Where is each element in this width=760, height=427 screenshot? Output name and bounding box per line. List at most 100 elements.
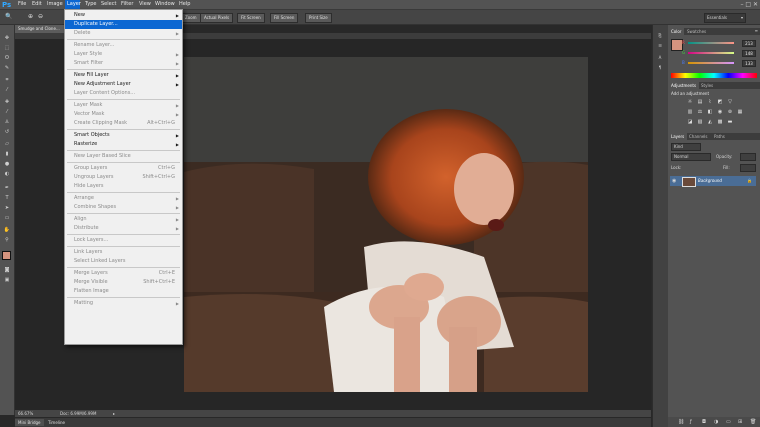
zoom-in-icon[interactable]: ⊕: [28, 13, 33, 20]
color-lookup-icon[interactable]: ▦: [736, 109, 744, 115]
paragraph-panel-icon[interactable]: ¶: [655, 65, 665, 71]
menu-view[interactable]: View: [139, 1, 151, 7]
tab-timeline[interactable]: Timeline: [45, 419, 68, 426]
lasso-tool-icon[interactable]: ʘ: [3, 55, 11, 61]
status-menu-arrow-icon[interactable]: ▸: [113, 410, 115, 417]
zoom-level[interactable]: 66.67%: [18, 410, 33, 417]
quick-mask-icon[interactable]: ◙: [3, 267, 11, 273]
posterize-icon[interactable]: ▧: [696, 119, 704, 125]
slider-r-track[interactable]: [688, 42, 734, 44]
black-white-icon[interactable]: ◧: [706, 109, 714, 115]
window-controls[interactable]: – □ ✕: [740, 1, 758, 8]
menu-type[interactable]: Type: [85, 1, 96, 7]
brush-tool-icon[interactable]: ⁄: [3, 109, 11, 115]
adjustment-layer-icon[interactable]: ◑: [714, 419, 718, 425]
actual-pixels-button[interactable]: Actual Pixels: [200, 13, 234, 23]
layer-row-background[interactable]: ◉ Background 🔒: [670, 176, 756, 187]
menu-item-link-layers[interactable]: Link Layers: [65, 248, 182, 257]
zoom-all-windows-button[interactable]: Zoom: [181, 13, 201, 23]
slider-b[interactable]: B 133: [682, 60, 756, 67]
menu-item-matting[interactable]: Matting ▶: [65, 299, 182, 308]
quick-select-tool-icon[interactable]: ✎: [3, 65, 11, 71]
fit-screen-button[interactable]: Fit Screen: [237, 13, 265, 23]
layer-name[interactable]: Background: [698, 178, 722, 183]
history-panel-icon[interactable]: ⎘: [655, 33, 665, 39]
menu-item-smart-objects[interactable]: Smart Objects ▶: [65, 131, 182, 140]
menu-item-new-fill-layer[interactable]: New Fill Layer ▶: [65, 71, 182, 80]
menu-item-layer-content-options[interactable]: Layer Content Options...: [65, 89, 182, 98]
menu-item-merge-visible[interactable]: Merge Visible Shift+Ctrl+E: [65, 278, 182, 287]
menu-select[interactable]: Select: [101, 1, 116, 7]
document-image[interactable]: [184, 57, 588, 392]
move-tool-icon[interactable]: ✥: [3, 35, 11, 41]
menu-item-rasterize[interactable]: Rasterize ▶: [65, 140, 182, 149]
menu-item-combine-shapes[interactable]: Combine Shapes ▶: [65, 203, 182, 212]
clone-stamp-tool-icon[interactable]: ♙: [3, 119, 11, 125]
menu-item-align[interactable]: Align ▶: [65, 215, 182, 224]
menu-item-layer-mask[interactable]: Layer Mask ▶: [65, 101, 182, 110]
menu-layer[interactable]: Layer: [67, 1, 81, 7]
crop-tool-icon[interactable]: ⌗: [3, 77, 11, 83]
slider-b-value[interactable]: 133: [742, 60, 756, 67]
hand-tool-icon[interactable]: ✋: [3, 227, 11, 233]
panel-menu-icon[interactable]: ≡: [755, 28, 758, 33]
hue-saturation-icon[interactable]: ▥: [686, 109, 694, 115]
slider-r[interactable]: R 213: [682, 40, 756, 47]
marquee-tool-icon[interactable]: ⬚: [3, 45, 11, 51]
tab-swatches[interactable]: Swatches: [684, 28, 709, 35]
dodge-tool-icon[interactable]: ◐: [3, 171, 11, 177]
menu-item-merge-layers[interactable]: Merge Layers Ctrl+E: [65, 269, 182, 278]
menu-item-group-layers[interactable]: Group Layers Ctrl+G: [65, 164, 182, 173]
menu-file[interactable]: File: [18, 1, 26, 7]
menu-filter[interactable]: Filter: [121, 1, 133, 7]
menu-item-delete[interactable]: Delete ▶: [65, 29, 182, 38]
tab-color[interactable]: Color: [668, 28, 685, 35]
menu-item-new-layer-based-slice[interactable]: New Layer Based Slice: [65, 152, 182, 161]
layer-filter-select[interactable]: Kind: [671, 143, 701, 151]
brightness-icon[interactable]: ☼: [686, 99, 694, 105]
slider-g-track[interactable]: [688, 52, 734, 54]
menu-item-duplicate-layer[interactable]: Duplicate Layer...: [65, 20, 182, 29]
menu-item-new[interactable]: New ▶: [65, 11, 182, 20]
history-brush-tool-icon[interactable]: ↺: [3, 129, 11, 135]
menu-item-distribute[interactable]: Distribute ▶: [65, 224, 182, 233]
trash-icon[interactable]: 🗑: [750, 419, 756, 425]
slider-r-value[interactable]: 213: [742, 40, 756, 47]
menu-item-new-adjustment-layer[interactable]: New Adjustment Layer ▶: [65, 80, 182, 89]
workspace-select[interactable]: Essentials ▾: [704, 13, 746, 23]
menu-item-rename-layer[interactable]: Rename Layer...: [65, 41, 182, 50]
tab-layers[interactable]: Layers: [668, 133, 688, 140]
eye-icon[interactable]: ◉: [672, 178, 676, 184]
mask-icon[interactable]: ◘: [702, 419, 706, 425]
exposure-icon[interactable]: ◩: [716, 99, 724, 105]
channel-mixer-icon[interactable]: ⊚: [726, 109, 734, 115]
menu-image[interactable]: Image: [47, 1, 63, 7]
shape-tool-icon[interactable]: ▭: [3, 215, 11, 221]
menu-item-ungroup-layers[interactable]: Ungroup Layers Shift+Ctrl+G: [65, 173, 182, 182]
color-balance-icon[interactable]: ⚖: [696, 109, 704, 115]
fill-screen-button[interactable]: Fill Screen: [270, 13, 299, 23]
gradient-tool-icon[interactable]: ▮: [3, 151, 11, 157]
menu-item-lock-layers[interactable]: Lock Layers...: [65, 236, 182, 245]
menu-item-layer-style[interactable]: Layer Style ▶: [65, 50, 182, 59]
levels-icon[interactable]: ▤: [696, 99, 704, 105]
curves-icon[interactable]: ⌇: [706, 99, 714, 105]
menu-item-smart-filter[interactable]: Smart Filter ▶: [65, 59, 182, 68]
foreground-color-swatch[interactable]: [2, 251, 11, 260]
selective-color-icon[interactable]: ▩: [716, 119, 724, 125]
opacity-field[interactable]: [740, 153, 756, 161]
menu-item-arrange[interactable]: Arrange ▶: [65, 194, 182, 203]
menu-edit[interactable]: Edit: [32, 1, 42, 7]
type-tool-icon[interactable]: T: [3, 195, 11, 201]
healing-brush-tool-icon[interactable]: ✚: [3, 99, 11, 105]
invert-icon[interactable]: ◪: [686, 119, 694, 125]
tab-channels[interactable]: Channels: [686, 133, 711, 140]
new-layer-icon[interactable]: ⊞: [738, 419, 742, 425]
eraser-tool-icon[interactable]: ▱: [3, 141, 11, 147]
tab-mini-bridge[interactable]: Mini Bridge: [15, 419, 44, 426]
gradient-map-icon[interactable]: ▬: [726, 119, 734, 125]
link-icon[interactable]: ⛓: [678, 419, 684, 425]
menu-item-hide-layers[interactable]: Hide Layers: [65, 182, 182, 191]
screen-mode-icon[interactable]: ▣: [3, 277, 11, 283]
folder-icon[interactable]: ▭: [726, 419, 731, 425]
